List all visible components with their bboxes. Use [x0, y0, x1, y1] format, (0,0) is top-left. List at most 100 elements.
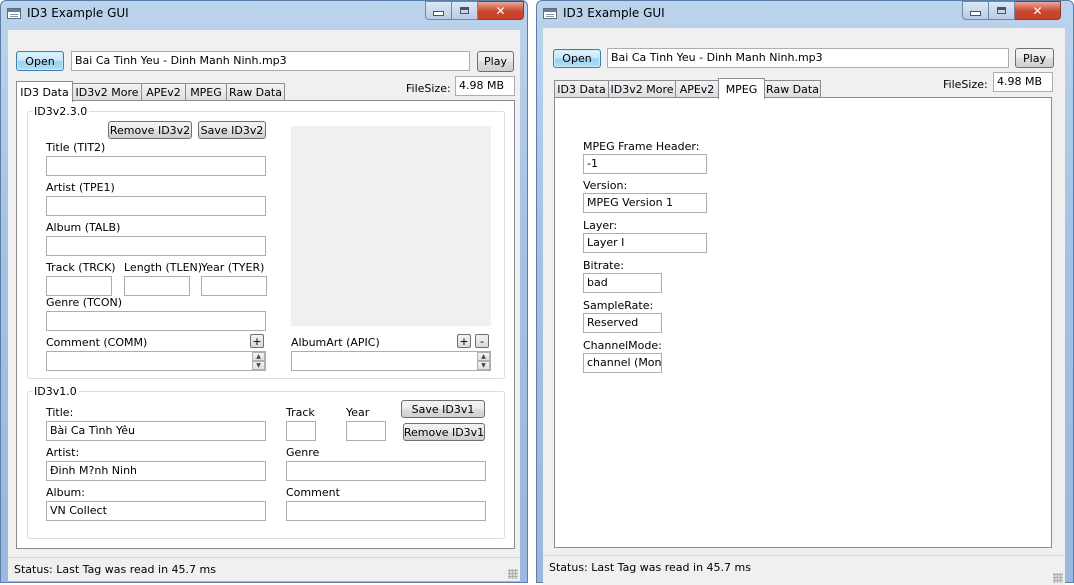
- comment-comm-label: Comment (COMM): [46, 336, 148, 349]
- spin-down-icon[interactable]: ▼: [477, 361, 490, 370]
- samplerate-field[interactable]: Reserved: [583, 313, 662, 333]
- left-title-bar[interactable]: ID3 Example GUI ✕: [1, 1, 527, 29]
- window-title: ID3 Example GUI: [27, 6, 129, 20]
- album-art-picture: [291, 126, 491, 326]
- close-icon: ✕: [495, 3, 506, 18]
- right-title-bar[interactable]: ID3 Example GUI ✕: [537, 1, 1073, 29]
- comment-add-button[interactable]: +: [250, 334, 264, 348]
- track-trck-field[interactable]: [46, 276, 112, 296]
- v1-genre-label: Genre: [286, 446, 320, 459]
- album-talb-label: Album (TALB): [46, 221, 121, 234]
- minimize-icon: [970, 11, 981, 16]
- left-window: ID3 Example GUI ✕ Open Bai Ca Tinh Yeu -…: [0, 0, 528, 583]
- layer-field[interactable]: Layer I: [583, 233, 707, 253]
- mpeg-frame-header-label: MPEG Frame Header:: [583, 140, 700, 153]
- tab-apev2[interactable]: APEv2: [141, 83, 186, 101]
- filesize-label: FileSize:: [406, 82, 451, 95]
- tab-mpeg[interactable]: MPEG: [185, 83, 227, 101]
- v1-artist-field[interactable]: Đinh M?nh Ninh: [46, 461, 266, 481]
- v1-title-field[interactable]: Bài Ca Tình Yêu: [46, 421, 266, 441]
- maximize-button[interactable]: [989, 1, 1015, 20]
- year-tyer-field[interactable]: [201, 276, 267, 296]
- spin-up-icon[interactable]: ▲: [477, 352, 490, 361]
- comment-spinner[interactable]: ▲ ▼: [252, 352, 265, 370]
- albumart-add-button[interactable]: +: [457, 334, 471, 348]
- title-tit2-field[interactable]: [46, 156, 266, 176]
- file-path-field[interactable]: Bai Ca Tinh Yeu - Dinh Manh Ninh.mp3: [71, 51, 470, 71]
- id3v1-group: ID3v1.0 Title: Bài Ca Tình Yêu Track Yea…: [27, 385, 505, 539]
- version-field[interactable]: MPEG Version 1: [583, 193, 707, 213]
- remove-id3v1-button[interactable]: Remove ID3v1: [403, 423, 485, 441]
- mpeg-frame-header-field[interactable]: -1: [583, 154, 707, 174]
- artist-tpe1-field[interactable]: [46, 196, 266, 216]
- status-text: Status: Last Tag was read in 45.7 ms: [14, 563, 216, 576]
- id3v2-group: ID3v2.3.0 Remove ID3v2 Save ID3v2 Title …: [27, 105, 505, 379]
- right-client-area: Open Bai Ca Tinh Yeu - Dinh Manh Ninh.mp…: [543, 28, 1065, 585]
- close-button[interactable]: ✕: [478, 1, 524, 20]
- samplerate-label: SampleRate:: [583, 299, 654, 312]
- tab-raw-data[interactable]: Raw Data: [764, 80, 821, 98]
- status-bar: Status: Last Tag was read in 45.7 ms: [543, 555, 1065, 585]
- albumart-remove-button[interactable]: -: [475, 334, 489, 348]
- maximize-icon: [997, 7, 1006, 14]
- v1-track-label: Track: [286, 406, 315, 419]
- tab-id3v2-more[interactable]: ID3v2 More: [608, 80, 676, 98]
- layer-label: Layer:: [583, 219, 618, 232]
- v1-year-field[interactable]: [346, 421, 386, 441]
- tab-strip: ID3 Data ID3v2 More APEv2 MPEG Raw Data: [16, 81, 316, 102]
- remove-id3v2-button[interactable]: Remove ID3v2: [108, 121, 192, 139]
- v1-artist-label: Artist:: [46, 446, 80, 459]
- albumart-apic-label: AlbumArt (APIC): [291, 336, 380, 349]
- tab-id3v2-more[interactable]: ID3v2 More: [72, 83, 142, 101]
- year-tyer-label: Year (TYER): [201, 261, 265, 274]
- v1-comment-label: Comment: [286, 486, 340, 499]
- id3v2-group-title: ID3v2.3.0: [32, 105, 90, 118]
- bitrate-field[interactable]: bad: [583, 273, 662, 293]
- tab-strip: ID3 Data ID3v2 More APEv2 MPEG Raw Data: [554, 78, 854, 99]
- length-tlen-field[interactable]: [124, 276, 190, 296]
- albumart-spinner[interactable]: ▲ ▼: [477, 352, 490, 370]
- file-path-field[interactable]: Bai Ca Tinh Yeu - Dinh Manh Ninh.mp3: [607, 48, 1009, 68]
- v1-track-field[interactable]: [286, 421, 316, 441]
- save-id3v1-button[interactable]: Save ID3v1: [401, 400, 485, 418]
- id3v1-group-title: ID3v1.0: [32, 385, 79, 398]
- status-text: Status: Last Tag was read in 45.7 ms: [549, 561, 751, 574]
- minimize-icon: [433, 11, 444, 16]
- channelmode-field[interactable]: channel (Mono): [583, 353, 662, 373]
- save-id3v2-button[interactable]: Save ID3v2: [198, 121, 266, 139]
- v1-comment-field[interactable]: [286, 501, 486, 521]
- minimize-button[interactable]: [962, 1, 989, 20]
- spin-down-icon[interactable]: ▼: [252, 361, 265, 370]
- open-button[interactable]: Open: [16, 51, 64, 71]
- genre-tcon-field[interactable]: [46, 311, 266, 331]
- filesize-label: FileSize:: [943, 78, 988, 91]
- play-button[interactable]: Play: [1015, 48, 1054, 68]
- open-button[interactable]: Open: [553, 49, 601, 68]
- app-icon: [7, 8, 21, 19]
- v1-genre-field[interactable]: [286, 461, 486, 481]
- tab-id3-data[interactable]: ID3 Data: [16, 81, 73, 102]
- tab-apev2[interactable]: APEv2: [675, 80, 719, 98]
- resize-grip[interactable]: [1053, 573, 1063, 583]
- resize-grip[interactable]: [508, 569, 518, 579]
- channelmode-label: ChannelMode:: [583, 339, 662, 352]
- tab-mpeg[interactable]: MPEG: [718, 78, 765, 99]
- track-trck-label: Track (TRCK): [46, 261, 116, 274]
- right-window: ID3 Example GUI ✕ Open Bai Ca Tinh Yeu -…: [536, 0, 1074, 585]
- v1-album-field[interactable]: VN Collect: [46, 501, 266, 521]
- minimize-button[interactable]: [425, 1, 452, 20]
- filesize-field[interactable]: 4.98 MB: [993, 72, 1053, 92]
- close-button[interactable]: ✕: [1015, 1, 1061, 20]
- play-button[interactable]: Play: [477, 51, 514, 72]
- albumart-apic-field[interactable]: [291, 351, 491, 371]
- length-tlen-label: Length (TLEN): [124, 261, 203, 274]
- maximize-button[interactable]: [452, 1, 478, 20]
- tab-id3-data[interactable]: ID3 Data: [554, 80, 609, 98]
- comment-comm-field[interactable]: [46, 351, 266, 371]
- album-talb-field[interactable]: [46, 236, 266, 256]
- v1-year-label: Year: [346, 406, 370, 419]
- spin-up-icon[interactable]: ▲: [252, 352, 265, 361]
- left-client-area: Open Bai Ca Tinh Yeu - Dinh Manh Ninh.mp…: [8, 30, 520, 581]
- tab-raw-data[interactable]: Raw Data: [226, 83, 285, 101]
- filesize-field[interactable]: 4.98 MB: [455, 76, 515, 96]
